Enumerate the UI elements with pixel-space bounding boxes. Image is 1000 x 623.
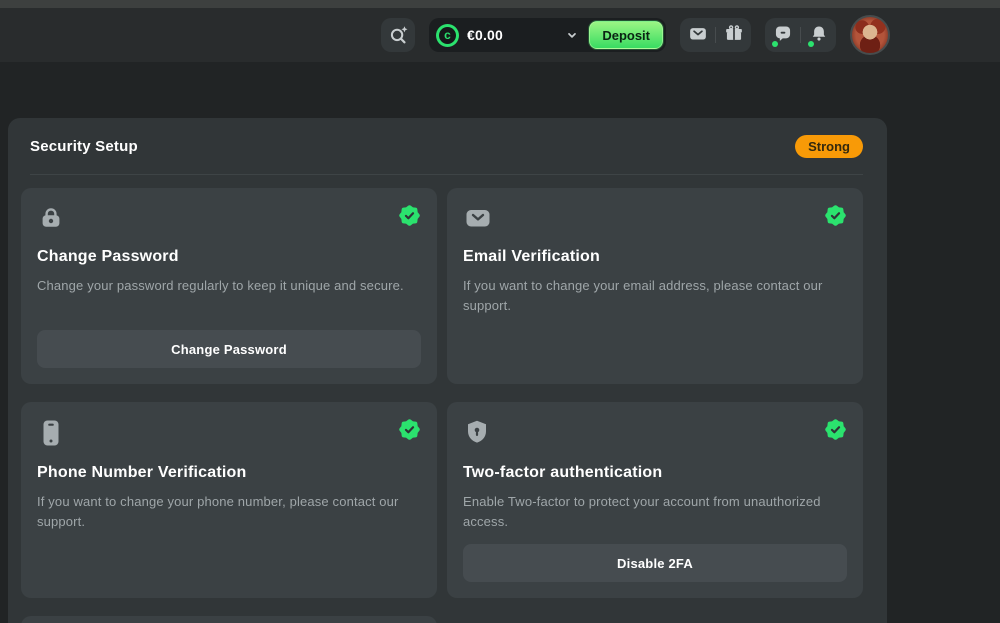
bell-notification-dot (808, 41, 814, 47)
card-description: If you want to change your email address… (463, 276, 847, 316)
verified-check-badge (824, 418, 847, 446)
page-title: Security Setup (30, 138, 138, 155)
balance-amount: €0.00 (467, 27, 503, 43)
card-top-row (37, 418, 421, 448)
wallet-balance-selector[interactable]: c €0.00 Deposit (429, 18, 666, 52)
lock-icon (37, 204, 65, 232)
window-top-strip (0, 0, 1000, 8)
gift-icon (723, 23, 745, 48)
mail-icon (687, 23, 709, 48)
shield-icon (463, 418, 491, 448)
chevron-down-icon (563, 26, 581, 44)
deposit-button[interactable]: Deposit (589, 21, 663, 49)
top-navigation-bar: c €0.00 Deposit (0, 8, 1000, 62)
card-top-row (37, 204, 421, 232)
chat-bell-button-group (765, 18, 836, 52)
header-divider (30, 174, 863, 175)
security-setup-panel: Security Setup Strong (8, 118, 887, 623)
disable-2fa-button[interactable]: Disable 2FA (463, 544, 847, 582)
mail-gift-button-group (680, 18, 751, 52)
strength-badge: Strong (795, 135, 863, 158)
coin-icon: c (436, 24, 459, 47)
coin-letter: c (439, 27, 456, 44)
search-sparkle-icon (386, 22, 410, 49)
card-description: Change your password regularly to keep i… (37, 276, 421, 296)
user-avatar[interactable] (850, 15, 890, 55)
notifications-button[interactable] (801, 18, 836, 52)
card-title: Change Password (37, 248, 421, 266)
main-content: Security Setup Strong (0, 62, 1000, 623)
card-top-row (463, 204, 847, 232)
envelope-icon (463, 204, 493, 232)
verified-check-badge (398, 204, 421, 232)
card-top-row (463, 418, 847, 448)
chat-button[interactable] (765, 18, 800, 52)
gift-button[interactable] (716, 18, 751, 52)
mail-button[interactable] (680, 18, 715, 52)
app-window: c €0.00 Deposit (0, 0, 1000, 623)
card-description: If you want to change your phone number,… (37, 492, 421, 532)
card-two-factor: Two-factor authentication Enable Two-fac… (447, 402, 863, 598)
card-title: Two-factor authentication (463, 464, 847, 482)
search-button[interactable] (381, 18, 415, 52)
card-description: Enable Two-factor to protect your accoun… (463, 492, 847, 532)
card-title: Email Verification (463, 248, 847, 266)
change-password-button[interactable]: Change Password (37, 330, 421, 368)
card-change-password: Change Password Change your password reg… (21, 188, 437, 384)
card-phone-verification: Phone Number Verification If you want to… (21, 402, 437, 598)
verified-check-badge (824, 204, 847, 232)
card-title: Phone Number Verification (37, 464, 421, 482)
security-cards-grid: Change Password Change your password reg… (21, 188, 863, 623)
verified-check-badge (398, 418, 421, 446)
card-partial-next (21, 616, 437, 623)
phone-icon (37, 418, 65, 448)
card-email-verification: Email Verification If you want to change… (447, 188, 863, 384)
security-setup-header: Security Setup Strong (21, 118, 863, 174)
chat-notification-dot (772, 41, 778, 47)
